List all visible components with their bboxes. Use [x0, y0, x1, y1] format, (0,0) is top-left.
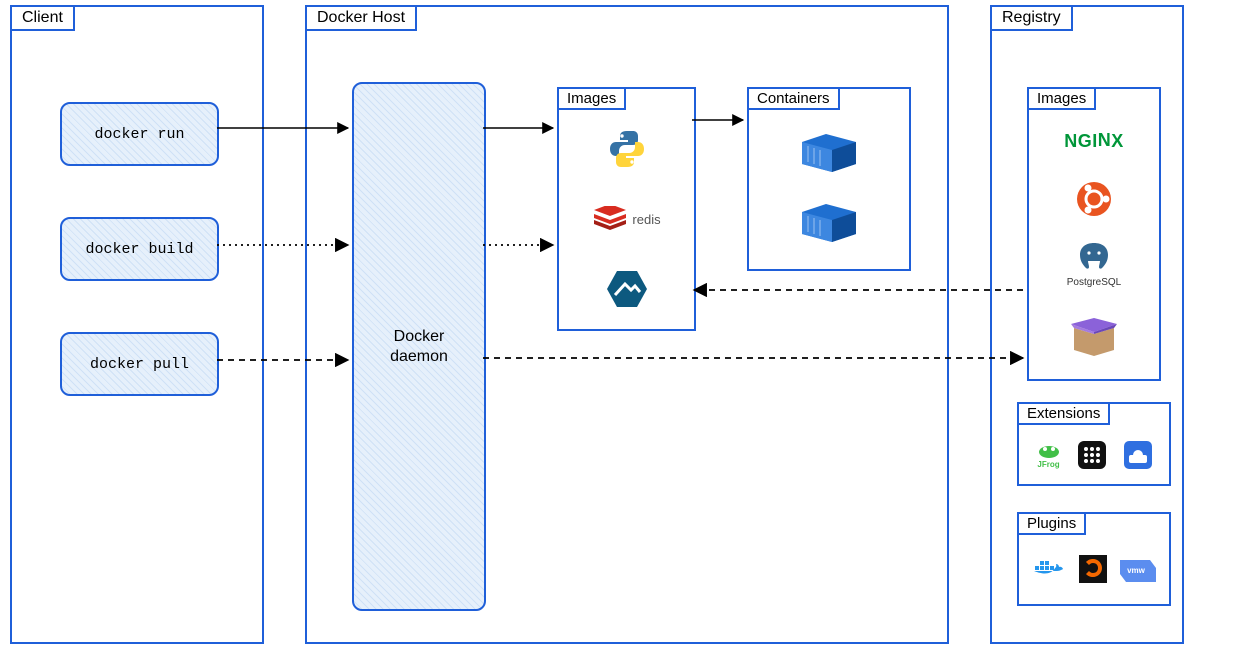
python-icon [559, 119, 694, 179]
panel-registry-title: Registry [990, 5, 1073, 31]
postgresql-label: PostgreSQL [1067, 277, 1121, 288]
docker-daemon: Docker daemon [352, 82, 486, 611]
cmd-docker-build: docker build [60, 217, 219, 281]
registry-plugins-row: vmw [1019, 544, 1169, 594]
registry-extensions-row: JFrog [1019, 432, 1169, 478]
cmd-docker-run-text: docker run [94, 126, 184, 143]
registry-extensions-box: Extensions JFrog [1017, 402, 1171, 486]
cmd-docker-run: docker run [60, 102, 219, 166]
box-icon [1029, 304, 1159, 364]
cmd-docker-build-text: docker build [85, 241, 193, 258]
host-containers-title: Containers [747, 87, 840, 110]
cloud-app-icon [1124, 441, 1152, 469]
container-icon-1 [749, 119, 909, 184]
docker-daemon-label: Docker daemon [390, 327, 448, 367]
grafana-icon [1079, 555, 1107, 583]
host-images-title: Images [557, 87, 626, 110]
alpine-icon [559, 259, 694, 319]
host-containers-box: Containers [747, 87, 911, 271]
panel-host-title: Docker Host [305, 5, 417, 31]
host-images-box: Images redis [557, 87, 696, 331]
panel-client-title: Client [10, 5, 75, 31]
cmd-docker-pull-text: docker pull [90, 356, 189, 373]
registry-plugins-title: Plugins [1017, 512, 1086, 535]
svg-text:vmw: vmw [1127, 566, 1146, 575]
ubuntu-icon [1029, 174, 1159, 224]
registry-images-box: Images NGINX PostgreSQL [1027, 87, 1161, 381]
registry-extensions-title: Extensions [1017, 402, 1110, 425]
cmd-docker-pull: docker pull [60, 332, 219, 396]
container-icon-2 [749, 189, 909, 254]
docker-icon [1032, 556, 1066, 582]
redis-label: redis [632, 212, 660, 227]
jfrog-icon: JFrog [1037, 442, 1061, 469]
nginx-icon: NGINX [1029, 121, 1159, 161]
vmware-icon: vmw [1120, 556, 1156, 582]
panel-host: Docker Host Docker daemon Images redis C… [305, 5, 949, 644]
registry-images-title: Images [1027, 87, 1096, 110]
panel-registry: Registry Images NGINX PostgreSQL Extensi… [990, 5, 1184, 644]
postgresql-icon: PostgreSQL [1029, 234, 1159, 294]
registry-plugins-box: Plugins vmw [1017, 512, 1171, 606]
panel-client: Client docker run docker build docker pu… [10, 5, 264, 644]
redis-icon: redis [559, 189, 694, 249]
grid-app-icon [1078, 441, 1106, 469]
